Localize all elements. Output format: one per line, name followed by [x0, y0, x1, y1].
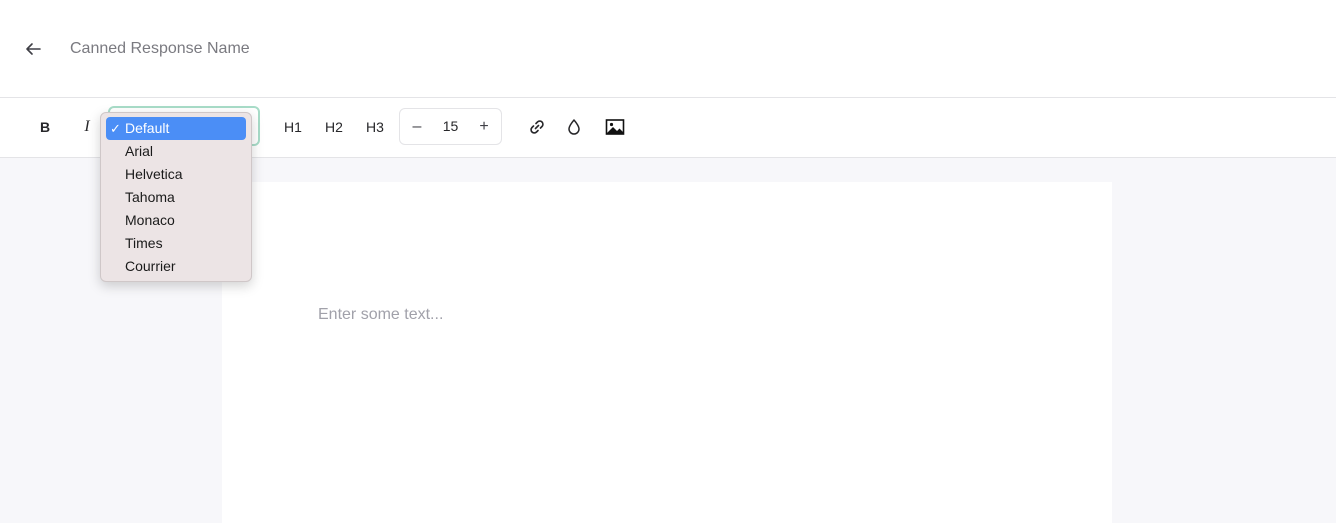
font-option-label: Default	[125, 120, 170, 136]
increase-font-size-button[interactable]: +	[467, 109, 501, 144]
decrease-font-size-button[interactable]: –	[400, 109, 434, 144]
image-icon	[605, 119, 625, 135]
font-option-courrier[interactable]: Courrier	[106, 255, 246, 278]
font-option-times[interactable]: Times	[106, 232, 246, 255]
bold-button[interactable]: B	[34, 114, 56, 140]
font-option-helvetica[interactable]: Helvetica	[106, 163, 246, 186]
canned-response-name-input[interactable]	[70, 38, 470, 60]
italic-button[interactable]: I	[76, 114, 98, 140]
drop-icon	[568, 119, 580, 135]
heading-2-button[interactable]: H2	[323, 114, 345, 140]
font-option-tahoma[interactable]: Tahoma	[106, 186, 246, 209]
insert-image-button[interactable]	[603, 115, 627, 139]
font-size-stepper: – 15 +	[399, 108, 502, 145]
text-color-button[interactable]	[562, 115, 586, 139]
arrow-left-icon	[26, 43, 41, 55]
heading-3-button[interactable]: H3	[364, 114, 386, 140]
editor-placeholder[interactable]: Enter some text...	[318, 306, 443, 324]
heading-1-button[interactable]: H1	[282, 114, 304, 140]
editor-page[interactable]: Enter some text...	[222, 182, 1112, 523]
insert-link-button[interactable]	[525, 115, 549, 139]
header	[0, 0, 1336, 98]
link-icon	[530, 120, 544, 134]
font-option-arial[interactable]: Arial	[106, 140, 246, 163]
checkmark-icon: ✓	[110, 121, 121, 136]
font-family-dropdown: ✓ Default Arial Helvetica Tahoma Monaco …	[100, 112, 252, 282]
font-option-monaco[interactable]: Monaco	[106, 209, 246, 232]
font-size-value[interactable]: 15	[434, 109, 467, 144]
back-button[interactable]	[22, 38, 44, 60]
font-option-default[interactable]: ✓ Default	[106, 117, 246, 140]
